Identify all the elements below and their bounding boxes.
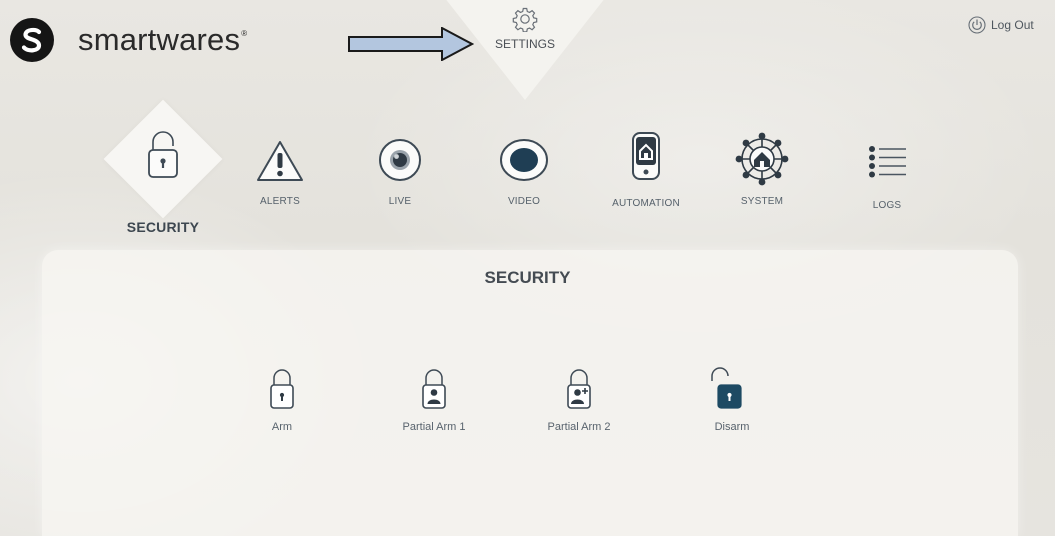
record-icon — [500, 139, 548, 181]
nav-system[interactable]: SYSTEM — [722, 131, 802, 207]
nav-label-system: SYSTEM — [740, 196, 784, 207]
lock-closed-icon — [270, 369, 294, 409]
nav-video[interactable]: VIDEO — [486, 137, 562, 207]
home-network-icon — [735, 132, 789, 186]
eye-icon — [379, 139, 421, 181]
nav-label-automation: AUTOMATION — [612, 198, 680, 209]
lock-user-icon — [422, 369, 446, 409]
disarm-button[interactable]: Disarm — [694, 366, 754, 433]
partial-arm-2-button[interactable]: Partial Arm 2 — [531, 366, 627, 433]
settings-button[interactable]: SETTINGS — [483, 6, 567, 51]
lock-icon — [148, 131, 178, 178]
disarm-label: Disarm — [714, 421, 750, 433]
nav-label-video: VIDEO — [507, 196, 541, 207]
nav-logs[interactable]: LOGS — [852, 142, 922, 211]
nav-automation[interactable]: AUTOMATION — [596, 131, 696, 209]
smart-home-device-icon — [632, 132, 660, 180]
list-icon — [869, 146, 906, 178]
nav-label-alerts: ALERTS — [260, 196, 300, 207]
nav-alerts[interactable]: ALERTS — [240, 139, 320, 207]
partial-arm-2-label: Partial Arm 2 — [547, 421, 611, 433]
settings-label: SETTINGS — [494, 37, 555, 51]
logout-label: Log Out — [991, 18, 1034, 32]
brand-logo: smartwares® — [10, 18, 247, 62]
nav-live[interactable]: LIVE — [365, 137, 435, 207]
brand-name: smartwares® — [78, 22, 248, 57]
logout-button[interactable]: Log Out — [968, 16, 1034, 34]
lock-open-icon — [711, 367, 742, 409]
arm-button[interactable]: Arm — [252, 366, 312, 433]
warning-icon — [257, 141, 303, 181]
nav-label-logs: LOGS — [872, 200, 902, 211]
security-panel — [42, 250, 1018, 536]
lock-user-plus-icon — [567, 369, 591, 409]
arm-label: Arm — [271, 421, 293, 433]
partial-arm-1-label: Partial Arm 1 — [402, 421, 466, 433]
panel-title: SECURITY — [484, 268, 571, 287]
gear-icon — [512, 7, 538, 33]
nav-security[interactable]: SECURITY — [118, 130, 208, 235]
nav-label-security: SECURITY — [126, 219, 200, 235]
s-logo-icon — [21, 27, 42, 53]
brand-badge — [10, 18, 54, 62]
partial-arm-1-button[interactable]: Partial Arm 1 — [386, 366, 482, 433]
arrow-pointer-icon — [348, 27, 474, 61]
power-icon — [968, 16, 986, 34]
nav-label-live: LIVE — [388, 196, 412, 207]
